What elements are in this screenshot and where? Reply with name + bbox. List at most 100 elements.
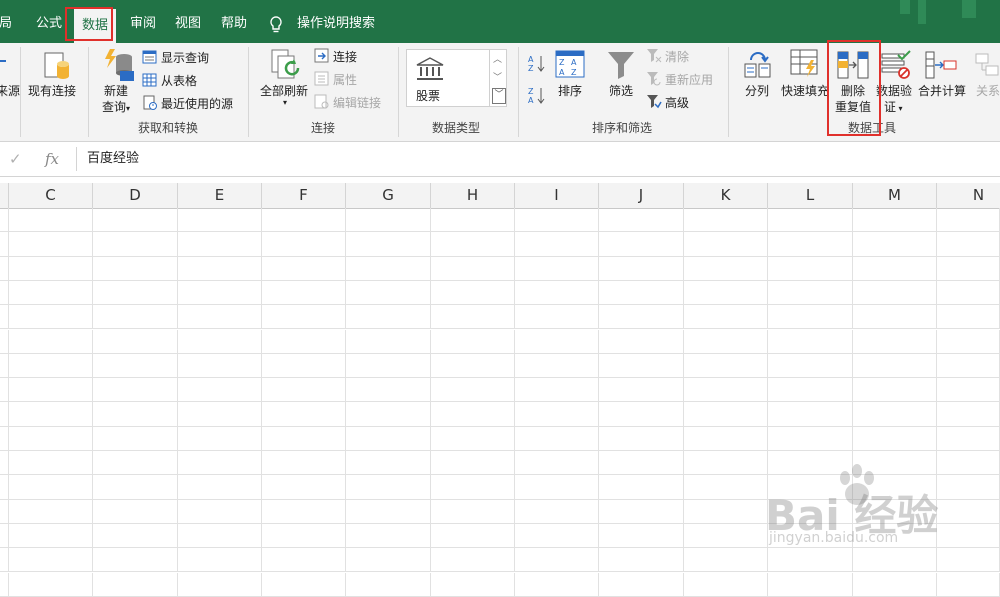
grid-cell[interactable] [9, 329, 93, 354]
grid-cell[interactable] [0, 280, 9, 306]
grid-cell[interactable] [684, 523, 768, 549]
grid-cell[interactable] [684, 426, 768, 451]
grid-cell[interactable] [599, 378, 684, 403]
column-header-d[interactable]: D [93, 183, 178, 208]
consolidate-label[interactable]: 合并计算 [918, 82, 966, 99]
grid-cell[interactable] [684, 475, 768, 500]
grid-cell[interactable] [262, 426, 346, 451]
grid-cell[interactable] [937, 305, 1000, 330]
grid-cell[interactable] [178, 208, 262, 233]
recent-sources-button[interactable]: 最近使用的源 [161, 95, 233, 112]
grid-cell[interactable] [262, 451, 346, 476]
grid-cell[interactable] [9, 402, 93, 427]
clear-filter-button[interactable]: 清除 [665, 48, 689, 65]
grid-cell[interactable] [937, 353, 1000, 379]
grid-cell[interactable] [599, 402, 684, 427]
grid-cell[interactable] [178, 353, 262, 379]
grid-cell[interactable] [599, 232, 684, 257]
grid-cell[interactable] [768, 402, 853, 427]
grid-cell[interactable] [9, 256, 93, 281]
grid-cell[interactable] [431, 353, 515, 379]
grid-cell[interactable] [178, 329, 262, 354]
grid-cell[interactable] [937, 208, 1000, 233]
grid-cell[interactable] [262, 499, 346, 524]
grid-cell[interactable] [515, 208, 599, 233]
grid-cell[interactable] [684, 353, 768, 379]
grid-cell[interactable] [0, 572, 9, 597]
grid-cell[interactable] [937, 572, 1000, 597]
grid-cell[interactable] [346, 232, 431, 257]
existing-connections-icon[interactable] [42, 50, 72, 86]
new-query-icon[interactable] [102, 47, 136, 87]
grid-cell[interactable] [768, 305, 853, 330]
grid-cell[interactable] [599, 256, 684, 281]
grid-cell[interactable] [684, 305, 768, 330]
column-header-f[interactable]: F [262, 183, 346, 208]
grid-cell[interactable] [93, 426, 178, 451]
relationships-label[interactable]: 关系 [976, 82, 1000, 99]
grid-cell[interactable] [515, 523, 599, 549]
grid-cell[interactable] [768, 572, 853, 597]
grid-cell[interactable] [853, 256, 937, 281]
grid-cell[interactable] [684, 280, 768, 306]
grid-cell[interactable] [937, 329, 1000, 354]
grid-cell[interactable] [0, 353, 9, 379]
grid-cell[interactable] [768, 426, 853, 451]
grid-cell[interactable] [599, 353, 684, 379]
grid-cell[interactable] [9, 378, 93, 403]
grid-cell[interactable] [0, 305, 9, 330]
grid-cell[interactable] [599, 305, 684, 330]
grid-cell[interactable] [853, 572, 937, 597]
grid-cell[interactable] [599, 451, 684, 476]
sort-icon[interactable]: ZAAZ [555, 50, 585, 82]
flash-fill-label[interactable]: 快速填充 [781, 82, 829, 99]
grid-cell[interactable] [93, 232, 178, 257]
grid-cell[interactable] [346, 499, 431, 524]
grid-cell[interactable] [599, 329, 684, 354]
grid-cell[interactable] [937, 426, 1000, 451]
grid-cell[interactable] [9, 523, 93, 549]
show-queries-button[interactable]: 显示查询 [161, 49, 209, 66]
grid-cell[interactable] [515, 329, 599, 354]
grid-cell[interactable] [178, 305, 262, 330]
grid-cell[interactable] [599, 499, 684, 524]
grid-cell[interactable] [178, 402, 262, 427]
grid-cell[interactable] [346, 280, 431, 306]
stocks-data-type[interactable]: 股票 [416, 87, 440, 104]
gallery-down-icon[interactable]: ﹀ [493, 70, 502, 83]
text-to-columns-label[interactable]: 分列 [745, 82, 769, 99]
grid-cell[interactable] [853, 280, 937, 306]
grid-cell[interactable] [684, 402, 768, 427]
text-to-columns-icon[interactable] [743, 50, 773, 82]
grid-cell[interactable] [0, 256, 9, 281]
grid-cell[interactable] [599, 280, 684, 306]
grid-cell[interactable] [515, 426, 599, 451]
grid-cell[interactable] [768, 353, 853, 379]
grid-cell[interactable] [346, 353, 431, 379]
grid-cell[interactable] [431, 378, 515, 403]
grid-cell[interactable] [768, 256, 853, 281]
grid-cell[interactable] [9, 353, 93, 379]
sort-ascending-icon[interactable]: AZ [528, 54, 546, 76]
grid-cell[interactable] [0, 208, 9, 233]
grid-cell[interactable] [515, 280, 599, 306]
grid-cell[interactable] [768, 280, 853, 306]
filter-icon[interactable] [606, 50, 636, 84]
grid-cell[interactable] [768, 208, 853, 233]
grid-cell[interactable] [431, 305, 515, 330]
grid-cell[interactable] [262, 280, 346, 306]
grid-cell[interactable] [431, 208, 515, 233]
connections-button[interactable]: 连接 [333, 48, 357, 65]
confirm-entry-icon[interactable]: ✓ [9, 150, 22, 168]
tab-formulas[interactable]: 公式 [36, 0, 62, 43]
grid-cell[interactable] [262, 475, 346, 500]
grid-cell[interactable] [937, 378, 1000, 403]
grid-cell[interactable] [853, 208, 937, 233]
grid-cell[interactable] [93, 329, 178, 354]
grid-cell[interactable] [93, 402, 178, 427]
grid-cell[interactable] [515, 572, 599, 597]
grid-cell[interactable] [346, 475, 431, 500]
column-header-e[interactable]: E [178, 183, 262, 208]
grid-cell[interactable] [346, 548, 431, 573]
grid-cell[interactable] [853, 329, 937, 354]
